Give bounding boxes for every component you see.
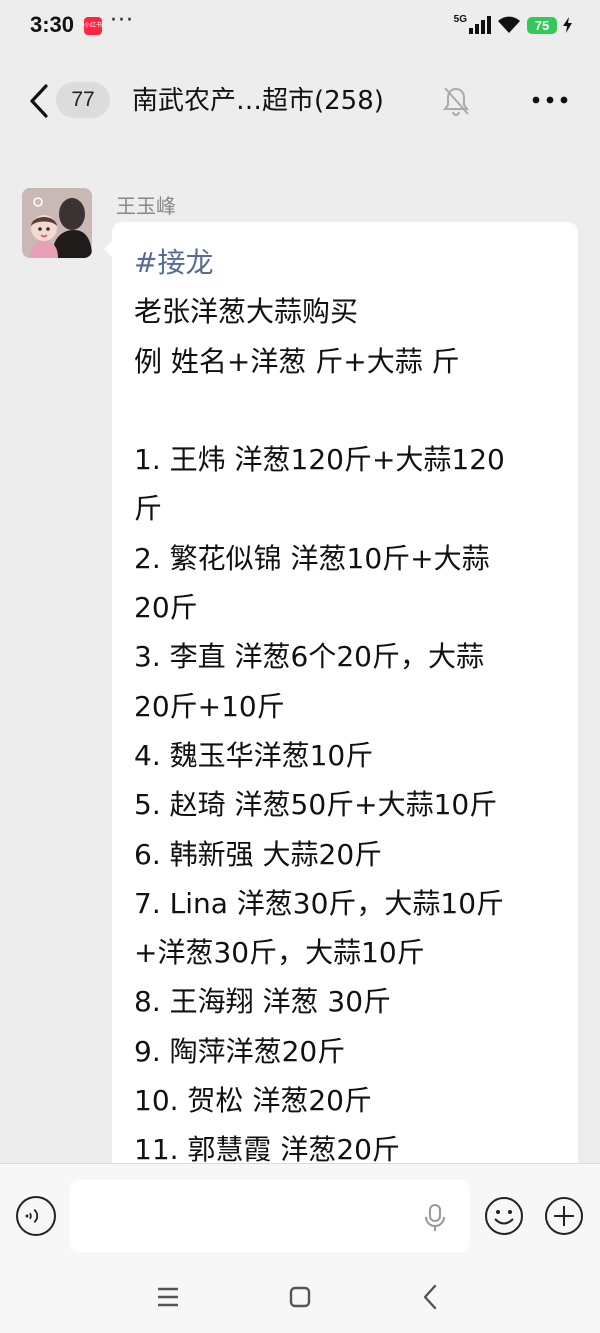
nav-back-icon[interactable] xyxy=(422,1284,438,1310)
battery-icon: 75 xyxy=(527,16,557,34)
message-line: 老张洋葱大蒜购买 xyxy=(134,295,359,329)
message-bubble[interactable]: #接龙 老张洋葱大蒜购买 例 姓名+洋葱 斤+大蒜 斤 1. 王炜 洋葱120斤… xyxy=(112,222,578,1182)
message-line: 8. 王海翔 洋葱 30斤 xyxy=(134,985,392,1019)
message-line: 4. 魏玉华洋葱10斤 xyxy=(134,738,374,772)
signal-icon xyxy=(469,16,491,34)
message-line: 7. Lina 洋葱30斤，大蒜10斤 xyxy=(134,886,505,920)
message-line: 10. 贺松 洋葱20斤 xyxy=(134,1084,372,1118)
message-line: 例 姓名+洋葱 斤+大蒜 斤 xyxy=(134,344,460,378)
more-options-icon[interactable] xyxy=(530,94,570,106)
chat-title: 南武农产…超市(258) xyxy=(132,86,384,116)
message-line: 20斤+10斤 xyxy=(134,689,285,723)
network-type-label: 5G xyxy=(453,13,467,25)
emoji-icon[interactable] xyxy=(484,1196,524,1236)
chat-input-bar xyxy=(0,1163,600,1264)
message-line: 9. 陶萍洋葱20斤 xyxy=(134,1034,346,1068)
add-attachment-icon[interactable] xyxy=(544,1196,584,1236)
notification-more-icon: ··· xyxy=(110,8,134,33)
chat-header: 77 南武农产…超市(258) xyxy=(0,56,600,146)
message-line: 2. 繁花似锦 洋葱10斤+大蒜 xyxy=(134,541,490,575)
message-line: 5. 赵琦 洋葱50斤+大蒜10斤 xyxy=(134,788,498,822)
recent-apps-icon[interactable] xyxy=(156,1286,180,1308)
back-arrow-icon[interactable] xyxy=(24,82,54,120)
status-time: 3:30 xyxy=(30,12,75,37)
message-input[interactable] xyxy=(70,1180,470,1252)
mute-bell-icon xyxy=(443,87,469,116)
message-line: 1. 王炜 洋葱120斤+大蒜120 xyxy=(134,443,505,477)
hashtag-link[interactable]: #接龙 xyxy=(134,238,564,287)
message-line: 斤 xyxy=(134,492,163,526)
wifi-icon xyxy=(498,16,520,33)
home-icon[interactable] xyxy=(289,1286,311,1308)
status-indicators: 5G 75 xyxy=(453,13,572,34)
message-line: 6. 韩新强 大蒜20斤 xyxy=(134,837,383,871)
unread-count-badge[interactable]: 77 xyxy=(56,82,110,118)
sender-name: 王玉峰 xyxy=(116,194,176,218)
voice-mode-icon[interactable] xyxy=(16,1196,56,1236)
message-line: 20斤 xyxy=(134,591,198,625)
charging-icon xyxy=(563,17,572,33)
message-text: #接龙 老张洋葱大蒜购买 例 姓名+洋葱 斤+大蒜 斤 1. 王炜 洋葱120斤… xyxy=(134,238,564,1175)
microphone-icon[interactable] xyxy=(424,1204,446,1232)
message-line: +洋葱30斤，大蒜10斤 xyxy=(134,936,425,970)
status-bar: 3:30 小红书 ··· 5G 75 xyxy=(0,0,600,56)
avatar-image xyxy=(22,188,92,258)
sender-avatar[interactable] xyxy=(22,188,92,258)
system-nav-bar xyxy=(0,1264,600,1333)
message-line: 3. 李直 洋葱6个20斤，大蒜 xyxy=(134,640,484,674)
xiaohongshu-app-icon: 小红书 xyxy=(84,17,102,35)
